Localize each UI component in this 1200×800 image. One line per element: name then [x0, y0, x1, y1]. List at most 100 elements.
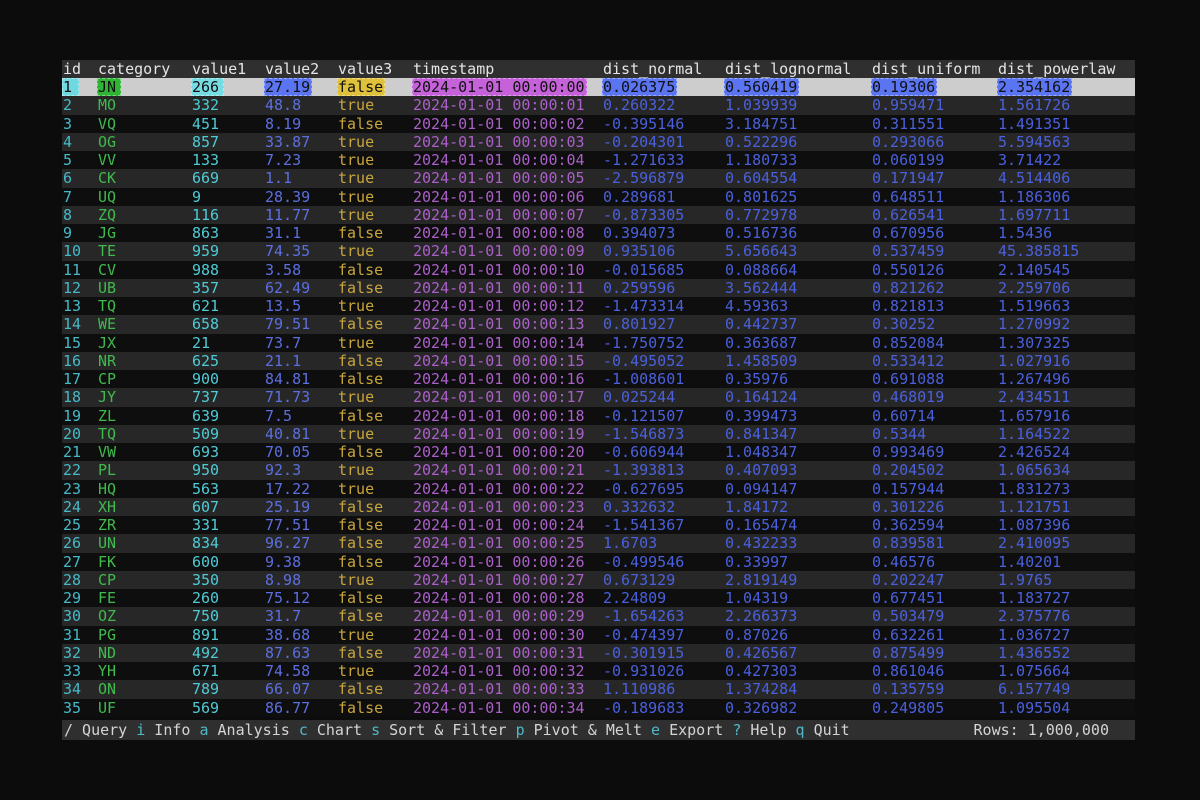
table-row[interactable]: 28CP3508.98true2024-01-01 00:00:270.6731…: [62, 571, 1135, 589]
cell-dist_lognormal: 0.516736: [724, 224, 871, 242]
table-row[interactable]: 15JX2173.7true2024-01-01 00:00:14-1.7507…: [62, 334, 1135, 352]
table-row[interactable]: 31PG89138.68true2024-01-01 00:00:30-0.47…: [62, 626, 1135, 644]
table-row[interactable]: 7UQ928.39true2024-01-01 00:00:060.289681…: [62, 188, 1135, 206]
cell-id: 18: [62, 388, 97, 406]
table-row[interactable]: 17CP90084.81false2024-01-01 00:00:16-1.0…: [62, 370, 1135, 388]
cell-dist_lognormal: 0.088664: [724, 261, 871, 279]
cell-value3: false: [337, 498, 412, 516]
menu-item-info[interactable]: i Info: [136, 721, 190, 739]
table-row[interactable]: 27FK6009.38false2024-01-01 00:00:26-0.49…: [62, 553, 1135, 571]
table-row[interactable]: 22PL95092.3true2024-01-01 00:00:21-1.393…: [62, 461, 1135, 479]
menu-item-export[interactable]: e Export: [651, 721, 723, 739]
cell-value2: 79.51: [264, 315, 337, 333]
cell-value3: true: [337, 297, 412, 315]
cell-dist_lognormal: 0.426567: [724, 644, 871, 662]
cell-value2: 70.05: [264, 443, 337, 461]
table-row[interactable]: 16NR62521.1false2024-01-01 00:00:15-0.49…: [62, 352, 1135, 370]
rows-counter: Rows: 1,000,000: [974, 720, 1135, 740]
cell-dist_powerlaw: 2.375776: [997, 607, 1134, 625]
table-row[interactable]: 13TQ62113.5true2024-01-01 00:00:12-1.473…: [62, 297, 1135, 315]
table-row[interactable]: 19ZL6397.5false2024-01-01 00:00:18-0.121…: [62, 407, 1135, 425]
cell-dist_powerlaw: 1.519663: [997, 297, 1134, 315]
table-row[interactable]: 24XH60725.19false2024-01-01 00:00:230.33…: [62, 498, 1135, 516]
table-row[interactable]: 21VW69370.05false2024-01-01 00:00:20-0.6…: [62, 443, 1135, 461]
table-row[interactable]: 9JG86331.1false2024-01-01 00:00:080.3940…: [62, 224, 1135, 242]
cell-dist_lognormal: 0.604554: [724, 169, 871, 187]
cell-value2: 75.12: [264, 589, 337, 607]
menu-label: Sort & Filter: [380, 721, 506, 739]
cell-dist_powerlaw: 2.259706: [997, 279, 1134, 297]
cell-category: UN: [97, 534, 191, 552]
cell-dist_normal: -1.393813: [602, 461, 724, 479]
menu-item-chart[interactable]: c Chart: [299, 721, 362, 739]
table-row[interactable]: 5VV1337.23true2024-01-01 00:00:04-1.2716…: [62, 151, 1135, 169]
cell-category: FK: [97, 553, 191, 571]
table-row[interactable]: 23HQ56317.22true2024-01-01 00:00:22-0.62…: [62, 480, 1135, 498]
table-row[interactable]: 32ND49287.63false2024-01-01 00:00:31-0.3…: [62, 644, 1135, 662]
cell-id: 24: [62, 498, 97, 516]
cell-value1: 116: [191, 206, 264, 224]
menu-item-help[interactable]: ? Help: [732, 721, 786, 739]
table-row[interactable]: 35UF56986.77false2024-01-01 00:00:34-0.1…: [62, 699, 1135, 717]
cell-dist_uniform: 0.875499: [871, 644, 997, 662]
table-row[interactable]: 14WE65879.51false2024-01-01 00:00:130.80…: [62, 315, 1135, 333]
cell-category: UB: [97, 279, 191, 297]
table-row[interactable]: 12UB35762.49false2024-01-01 00:00:110.25…: [62, 279, 1135, 297]
cell-dist_uniform: 0.993469: [871, 443, 997, 461]
cell-timestamp: 2024-01-01 00:00:13: [412, 315, 602, 333]
table-row[interactable]: 25ZR33177.51false2024-01-01 00:00:24-1.5…: [62, 516, 1135, 534]
menu-item-query[interactable]: / Query: [64, 721, 127, 739]
cell-value3: true: [337, 96, 412, 114]
menu-items: / Query i Info a Analysis c Chart s Sort…: [64, 720, 850, 740]
table-row[interactable]: 6CK6691.1true2024-01-01 00:00:05-2.59687…: [62, 169, 1135, 187]
table-row[interactable]: 29FE26075.12false2024-01-01 00:00:282.24…: [62, 589, 1135, 607]
cell-timestamp: 2024-01-01 00:00:29: [412, 607, 602, 625]
cell-dist_uniform: 0.249805: [871, 699, 997, 717]
cell-id: 6: [62, 169, 97, 187]
cell-dist_normal: -0.499546: [602, 553, 724, 571]
cell-dist_lognormal: 0.094147: [724, 480, 871, 498]
table-row-selected[interactable]: 1JN26627.19false2024-01-01 00:00:000.026…: [62, 78, 1135, 96]
cell-id: 8: [62, 206, 97, 224]
menu-item-analysis[interactable]: a Analysis: [199, 721, 289, 739]
cell-value3: false: [337, 644, 412, 662]
cell-dist_lognormal: 0.363687: [724, 334, 871, 352]
cell-value3: true: [337, 188, 412, 206]
menu-item-pivot-melt[interactable]: p Pivot & Melt: [516, 721, 642, 739]
table-row[interactable]: 4OG85733.87true2024-01-01 00:00:03-0.204…: [62, 133, 1135, 151]
menu-item-quit[interactable]: q Quit: [796, 721, 850, 739]
table-row[interactable]: 30OZ75031.7false2024-01-01 00:00:29-1.65…: [62, 607, 1135, 625]
table-row[interactable]: 3VQ4518.19false2024-01-01 00:00:02-0.395…: [62, 115, 1135, 133]
cell-value1: 959: [191, 242, 264, 260]
cell-value2: 62.49: [264, 279, 337, 297]
menu-item-sort-filter[interactable]: s Sort & Filter: [371, 721, 506, 739]
cell-id: 23: [62, 480, 97, 498]
table-row[interactable]: 33YH67174.58true2024-01-01 00:00:32-0.93…: [62, 662, 1135, 680]
cell-dist_lognormal: 0.841347: [724, 425, 871, 443]
table-row[interactable]: 18JY73771.73true2024-01-01 00:00:170.025…: [62, 388, 1135, 406]
cell-category: OG: [97, 133, 191, 151]
cell-dist_uniform: 0.362594: [871, 516, 997, 534]
table-row[interactable]: 2MO33248.8true2024-01-01 00:00:010.26032…: [62, 96, 1135, 114]
table-row[interactable]: 11CV9883.58false2024-01-01 00:00:10-0.01…: [62, 261, 1135, 279]
table-row[interactable]: 34ON78966.07false2024-01-01 00:00:331.11…: [62, 680, 1135, 698]
cell-dist_normal: -0.873305: [602, 206, 724, 224]
cell-dist_normal: 0.673129: [602, 571, 724, 589]
cell-dist_uniform: 0.204502: [871, 461, 997, 479]
cell-dist_normal: -1.654263: [602, 607, 724, 625]
cell-dist_powerlaw: 1.075664: [997, 662, 1134, 680]
cell-value1: 625: [191, 352, 264, 370]
table-row[interactable]: 26UN83496.27false2024-01-01 00:00:251.67…: [62, 534, 1135, 552]
cell-dist_powerlaw: 1.491351: [997, 115, 1134, 133]
cell-dist_normal: 2.24809: [602, 589, 724, 607]
selected-cell-value: 2.354162: [997, 78, 1072, 96]
table-row[interactable]: 20TQ50940.81true2024-01-01 00:00:19-1.54…: [62, 425, 1135, 443]
cell-category: JY: [97, 388, 191, 406]
cell-id: 9: [62, 224, 97, 242]
table-row[interactable]: 8ZQ11611.77true2024-01-01 00:00:07-0.873…: [62, 206, 1135, 224]
cell-dist_lognormal: 0.560419: [724, 78, 871, 96]
table-row[interactable]: 10TE95974.35true2024-01-01 00:00:090.935…: [62, 242, 1135, 260]
cell-dist_lognormal: 3.562444: [724, 279, 871, 297]
cell-dist_powerlaw: 1.697711: [997, 206, 1134, 224]
cell-dist_powerlaw: 2.426524: [997, 443, 1134, 461]
